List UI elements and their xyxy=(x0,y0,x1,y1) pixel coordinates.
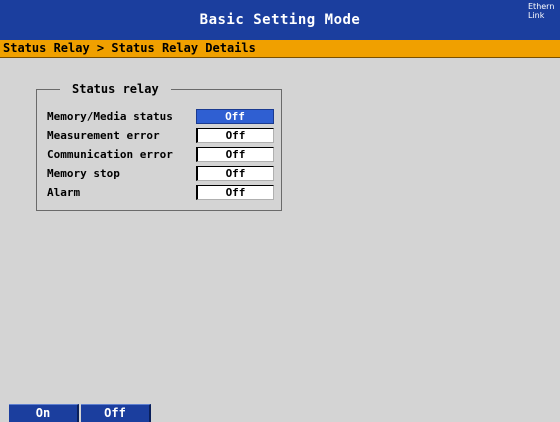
breadcrumb: Status Relay > Status Relay Details xyxy=(0,40,560,58)
page-title: Basic Setting Mode xyxy=(199,12,361,28)
setting-row-communication-error[interactable]: Communication error Off xyxy=(47,147,275,162)
on-softkey-button[interactable]: On xyxy=(9,404,79,422)
setting-label: Memory stop xyxy=(47,167,120,180)
off-softkey-button[interactable]: Off xyxy=(81,404,151,422)
status-relay-group: Status relay Memory/Media status Off Mea… xyxy=(36,81,282,211)
setting-row-alarm[interactable]: Alarm Off xyxy=(47,185,275,200)
setting-label: Alarm xyxy=(47,186,81,199)
setting-value-field[interactable]: Off xyxy=(196,185,274,200)
link-label: Link xyxy=(528,11,545,20)
setting-row-memory-media-status[interactable]: Memory/Media status Off xyxy=(47,109,275,124)
ethernet-status: Ethernet Link xyxy=(528,2,554,20)
softkey-bar: On Off xyxy=(0,404,560,422)
setting-value-field[interactable]: Off xyxy=(196,147,274,162)
setting-row-memory-stop[interactable]: Memory stop Off xyxy=(47,166,275,181)
group-title: Status relay xyxy=(60,81,171,97)
setting-row-measurement-error[interactable]: Measurement error Off xyxy=(47,128,275,143)
title-bar: Basic Setting Mode Ethernet Link xyxy=(0,0,560,40)
setting-label: Measurement error xyxy=(47,129,160,142)
setting-label: Communication error xyxy=(47,148,173,161)
setting-value-field[interactable]: Off xyxy=(196,166,274,181)
setting-value-field[interactable]: Off xyxy=(196,128,274,143)
setting-value-field[interactable]: Off xyxy=(196,109,274,124)
ethernet-label: Ethernet xyxy=(528,2,554,11)
setting-label: Memory/Media status xyxy=(47,110,173,123)
